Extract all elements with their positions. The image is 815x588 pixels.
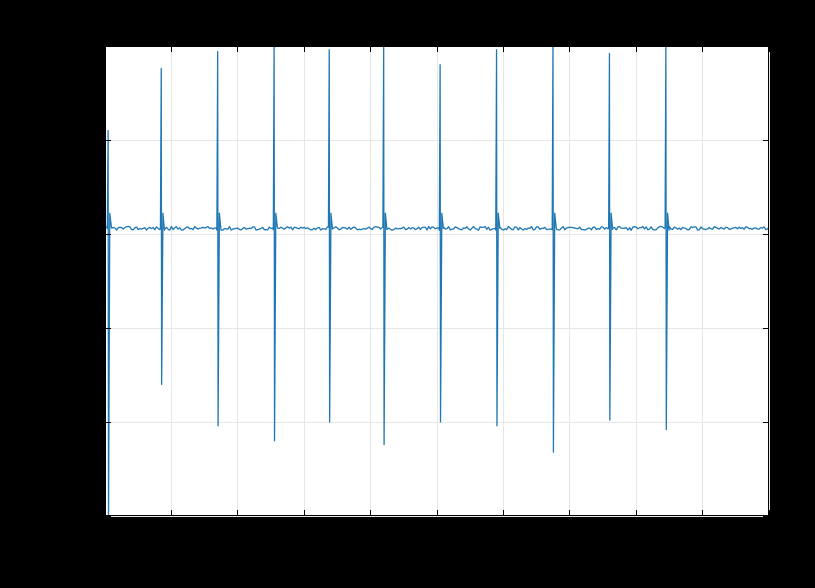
x-tick-label: 6 bbox=[499, 522, 507, 538]
x-exponent-label: ×104 bbox=[765, 540, 795, 559]
x-tick-label: 0 bbox=[101, 522, 109, 538]
y-tick-label: -1 bbox=[83, 414, 95, 430]
y-tick-label: -0.5 bbox=[71, 320, 95, 336]
x-tick-label: 1 bbox=[167, 522, 175, 538]
x-tick-label: 7 bbox=[566, 522, 574, 538]
y-tick-label: 1 bbox=[87, 38, 95, 54]
x-tick-label: 9 bbox=[699, 522, 707, 538]
y-tick-label: 0 bbox=[87, 226, 95, 242]
x-exponent-base: ×10 bbox=[765, 543, 789, 559]
chart-axes bbox=[105, 46, 769, 516]
x-tick-label: 2 bbox=[234, 522, 242, 538]
figure-root: Heartbeat amplitude time(second) 0 1 2 3 4 5 6… bbox=[0, 0, 815, 588]
x-tick-label: 5 bbox=[433, 522, 441, 538]
x-tick-label: 10 bbox=[761, 522, 777, 538]
x-axis-label: time(second) bbox=[394, 556, 481, 573]
y-axis-label: amplitude bbox=[53, 248, 70, 313]
x-exponent-sup: 4 bbox=[789, 540, 795, 553]
x-tick-label: 8 bbox=[632, 522, 640, 538]
x-tick-label: 3 bbox=[300, 522, 308, 538]
chart-ticks bbox=[105, 46, 769, 516]
y-tick-label: -1.5 bbox=[71, 508, 95, 524]
x-tick-label: 4 bbox=[367, 522, 375, 538]
y-tick-label: 0.5 bbox=[76, 132, 95, 148]
chart-title: Heartbeat bbox=[402, 20, 471, 37]
